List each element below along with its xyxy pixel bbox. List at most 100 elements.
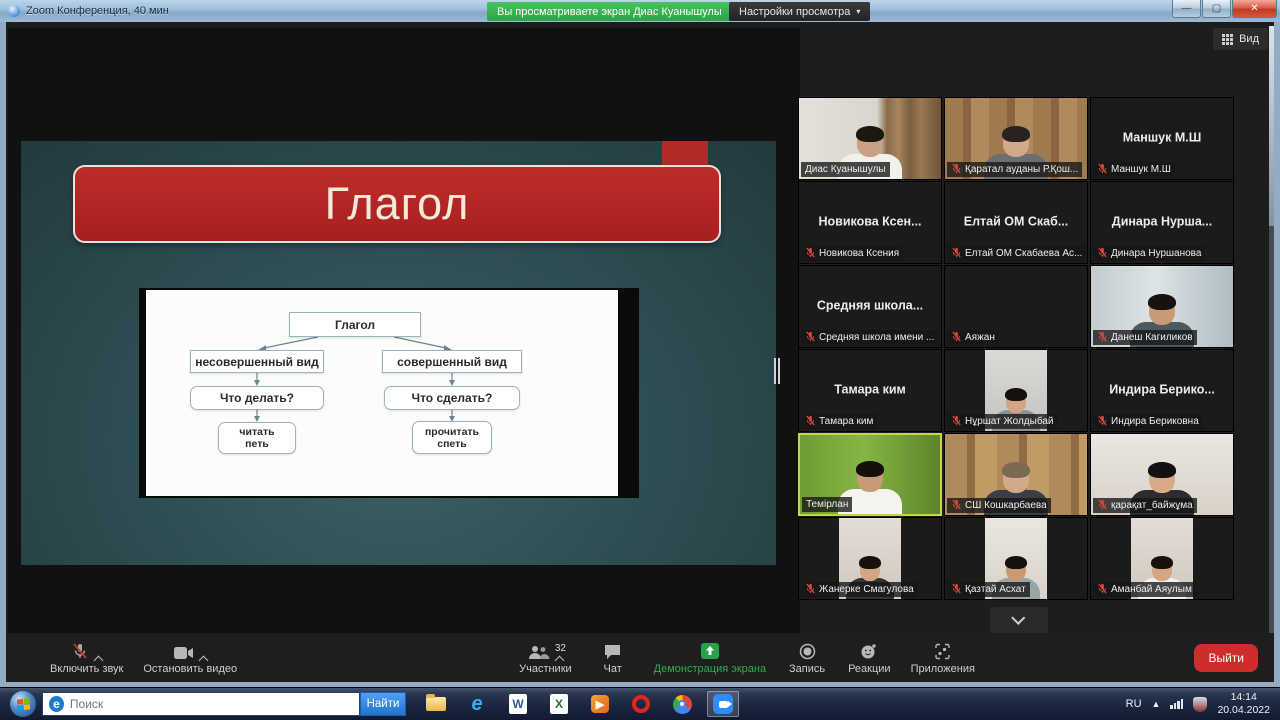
share-screen-icon <box>700 640 720 660</box>
search-input[interactable] <box>70 697 353 711</box>
participant-tile[interactable]: Маншук М.ШМаншук М.Ш <box>1090 97 1234 180</box>
apps-button[interactable]: Приложения <box>901 636 985 679</box>
media-player-icon[interactable]: ▶ <box>584 691 616 717</box>
reactions-icon <box>860 640 878 660</box>
apps-label: Приложения <box>911 663 975 675</box>
mic-muted-icon <box>951 331 962 345</box>
taskbar-clock[interactable]: 14:14 20.04.2022 <box>1217 691 1270 717</box>
clock-date: 20.04.2022 <box>1217 704 1270 717</box>
participant-name-label: Қаратал ауданы Р.Қош... <box>947 162 1082 177</box>
leave-button[interactable]: Выйти <box>1194 644 1258 672</box>
unmute-label: Включить звук <box>50 663 123 675</box>
participant-name-center: Динара Нурша... <box>1095 214 1229 228</box>
record-button[interactable]: Запись <box>776 636 838 679</box>
participant-name-center: Тамара ким <box>803 382 937 396</box>
participant-tile[interactable]: Тамара кимТамара ким <box>798 349 942 432</box>
mic-muted-icon <box>1097 499 1108 513</box>
mic-muted-icon <box>1097 331 1108 345</box>
participant-tile[interactable]: Данеш Кагиликов <box>1090 265 1234 348</box>
participant-name-center: Индира Берико... <box>1095 382 1229 396</box>
zoom-taskbar-icon[interactable] <box>707 691 739 717</box>
internet-explorer-icon[interactable]: e <box>461 691 493 717</box>
window-title: Zoom Конференция, 40 мин <box>26 5 169 17</box>
participant-name-label: Жанерке Смагулова <box>801 582 918 597</box>
participant-tile[interactable]: Средняя школа...Средняя школа имени ... <box>798 265 942 348</box>
maximize-button[interactable]: ▢ <box>1202 0 1231 18</box>
share-screen-label: Демонстрация экрана <box>654 663 766 675</box>
participant-tile[interactable]: Темірлан <box>798 433 942 516</box>
search-input-wrap: e <box>42 692 360 716</box>
participant-tile[interactable]: Нұршат Жолдыбай <box>944 349 1088 432</box>
slide-title-banner: Глагол <box>73 165 721 243</box>
chrome-icon[interactable] <box>666 691 698 717</box>
antivirus-tray-icon[interactable] <box>1193 697 1207 712</box>
scroll-participants-button[interactable] <box>990 607 1048 633</box>
language-indicator[interactable]: RU <box>1126 698 1142 710</box>
participant-name-label: Аяжан <box>947 330 999 345</box>
participant-tile[interactable]: Жанерке Смагулова <box>798 517 942 600</box>
chat-icon <box>604 640 621 660</box>
flow-left-examples: читатьпеть <box>218 422 296 454</box>
screen: Zoom Конференция, 40 мин Вы просматривае… <box>0 0 1280 720</box>
chat-button[interactable]: Чат <box>582 636 644 679</box>
excel-icon[interactable]: X <box>543 691 575 717</box>
view-settings-button[interactable]: Настройки просмотра ▾ <box>729 2 870 21</box>
mic-muted-icon <box>1097 163 1108 177</box>
clock-time: 14:14 <box>1217 691 1270 704</box>
close-button[interactable]: ✕ <box>1232 0 1277 18</box>
unmute-button[interactable]: Включить звук <box>40 636 133 679</box>
participant-tile[interactable]: Елтай ОМ Скаб...Елтай ОМ Скабаева Ас... <box>944 181 1088 264</box>
participant-name-label: Динара Нуршанова <box>1093 246 1205 261</box>
mic-muted-icon <box>805 415 816 429</box>
participant-tile[interactable]: Динара Нурша... Динара Нуршанова <box>1090 181 1234 264</box>
panel-resize-handle[interactable] <box>772 356 782 386</box>
participant-tile[interactable]: Аманбай Аяулым <box>1090 517 1234 600</box>
participant-tile[interactable]: Аяжан <box>944 265 1088 348</box>
participant-tile[interactable]: Новикова Ксен...Новикова Ксения <box>798 181 942 264</box>
apps-icon <box>934 640 951 660</box>
mic-muted-icon <box>805 583 816 597</box>
participant-name-label: Нұршат Жолдыбай <box>947 414 1057 429</box>
participant-tile[interactable]: Диас Куанышулы <box>798 97 942 180</box>
grid-icon <box>1222 34 1233 45</box>
stop-video-button[interactable]: Остановить видео <box>133 636 247 679</box>
participant-tile[interactable]: СШ Кошкарбаева <box>944 433 1088 516</box>
participant-tile[interactable]: қарақат_байжұма <box>1090 433 1234 516</box>
stop-video-label: Остановить видео <box>143 663 237 675</box>
minimize-button[interactable]: — <box>1172 0 1201 18</box>
window-titlebar: Zoom Конференция, 40 мин Вы просматривае… <box>0 0 1280 22</box>
reactions-label: Реакции <box>848 663 891 675</box>
show-hidden-icons[interactable]: ▲ <box>1152 699 1161 709</box>
start-button[interactable] <box>10 691 36 717</box>
view-button-label: Вид <box>1239 33 1259 45</box>
participant-tile[interactable]: Қазтай Асхат <box>944 517 1088 600</box>
chat-label: Чат <box>604 663 622 675</box>
network-icon[interactable] <box>1170 699 1183 709</box>
word-icon[interactable]: W <box>502 691 534 717</box>
mic-muted-icon <box>951 415 962 429</box>
slide-title: Глагол <box>325 178 470 230</box>
participants-scrollbar[interactable] <box>1269 26 1274 638</box>
participant-name-label: Индира Бериковна <box>1093 414 1203 429</box>
flow-left-question: Что делать? <box>190 386 324 410</box>
camera-icon <box>174 640 207 660</box>
share-screen-button[interactable]: Демонстрация экрана <box>644 636 776 679</box>
participant-tile[interactable]: Индира Берико... Индира Бериковна <box>1090 349 1234 432</box>
flowchart-image: Глагол несовершенный вид совершенный вид… <box>139 288 639 498</box>
windows-taskbar: e Найти e W X ▶ RU ▲ 14:14 20.04.2022 <box>0 687 1280 720</box>
mic-muted-icon <box>951 163 962 177</box>
participants-button[interactable]: 32 Участники <box>509 636 582 679</box>
search-submit-button[interactable]: Найти <box>360 692 406 716</box>
mic-muted-icon <box>1097 583 1108 597</box>
opera-icon[interactable] <box>625 691 657 717</box>
mic-muted-icon <box>805 331 816 345</box>
mic-muted-icon <box>1097 247 1108 261</box>
presentation-slide: Глагол Глагол несовершенный вид <box>21 141 776 565</box>
view-layout-button[interactable]: Вид <box>1213 28 1268 50</box>
reactions-button[interactable]: Реакции <box>838 636 901 679</box>
mic-muted-icon <box>951 583 962 597</box>
participant-tile[interactable]: Қаратал ауданы Р.Қош... <box>944 97 1088 180</box>
view-settings-label: Настройки просмотра <box>739 6 850 18</box>
participant-name-label: Маншук М.Ш <box>1093 162 1175 177</box>
file-explorer-icon[interactable] <box>420 691 452 717</box>
